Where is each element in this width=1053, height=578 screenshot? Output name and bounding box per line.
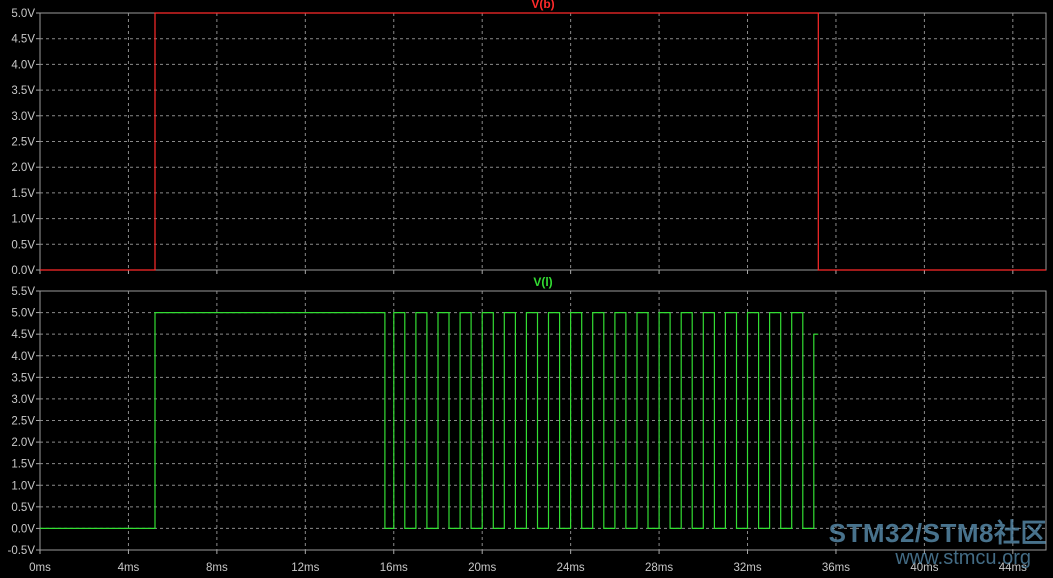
xtick-label: 12ms [291,562,319,574]
oscilloscope-chart: 0.0V 0.5V 1.0V 1.5V 2.0V 2.5V 3.0V 3.5V 4.0V 4.5V… [8,0,1047,574]
bottom-ytick-label: 2.5V [11,416,35,428]
watermark-url: www.stmcu.org [895,547,1031,569]
bottom-ytick-label: 0.5V [11,502,35,514]
bottom-ytick-label: 5.5V [11,286,35,298]
xtick-label: 20ms [468,562,496,574]
watermark-brand: STM32/STM8社区 [828,518,1047,548]
top-ytick-label: 1.5V [11,188,35,200]
xtick-label: 32ms [733,562,761,574]
bottom-ytick-label: 2.0V [11,437,35,449]
top-ytick-label: 2.5V [11,137,35,149]
xtick-label: 4ms [118,562,140,574]
top-panel-title: V(b) [531,0,554,11]
bottom-ytick-label: 3.5V [11,372,35,384]
top-ytick-label: 0.5V [11,239,35,251]
bottom-ytick-label: 1.5V [11,459,35,471]
top-ytick-label: 2.0V [11,162,35,174]
top-ytick-label: 3.0V [11,111,35,123]
bottom-ytick-label: 3.0V [11,394,35,406]
top-ytick-label: 3.5V [11,85,35,97]
bottom-ytick-label: 1.0V [11,480,35,492]
xtick-label: 36ms [822,562,850,574]
xtick-label: 24ms [557,562,585,574]
xtick-label: 28ms [645,562,673,574]
top-ytick-label: 1.0V [11,214,35,226]
top-ytick-label: 4.0V [11,59,35,71]
top-ytick-label: 4.5V [11,34,35,46]
bottom-ytick-label: -0.5V [8,545,36,557]
xtick-label: 0ms [29,562,51,574]
xtick-label: 16ms [380,562,408,574]
bottom-panel-title: V(l) [533,275,552,289]
bottom-ytick-label: 5.0V [11,308,35,320]
top-ytick-label: 0.0V [11,265,35,277]
bottom-ytick-label: 0.0V [11,523,35,535]
top-ytick-label: 5.0V [11,8,35,20]
bottom-ytick-label: 4.5V [11,329,35,341]
xtick-label: 8ms [206,562,228,574]
bottom-ytick-label: 4.0V [11,351,35,363]
